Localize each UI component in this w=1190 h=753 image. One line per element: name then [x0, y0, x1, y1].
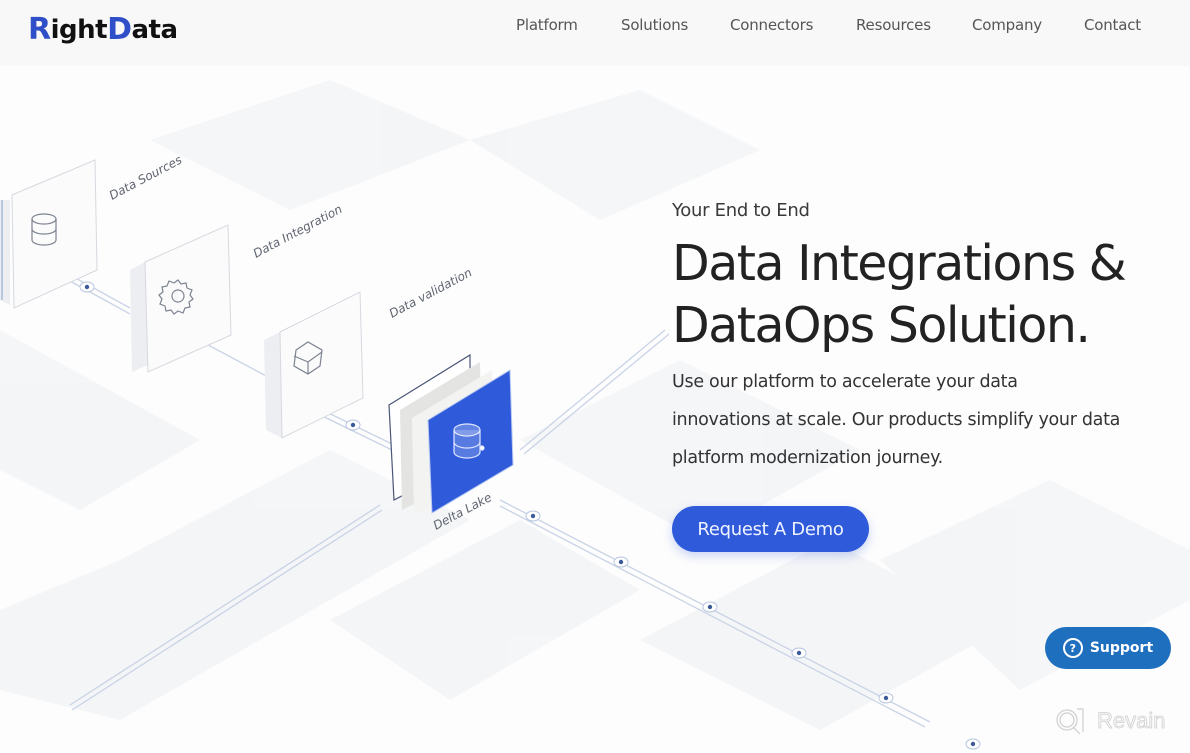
nav-connectors[interactable]: Connectors: [730, 16, 813, 34]
node: [878, 692, 894, 704]
node: [791, 647, 807, 659]
node: [613, 556, 629, 568]
hero-eyebrow: Your End to End: [672, 200, 810, 221]
description-line-2: innovations at scale. Our products simpl…: [672, 410, 1121, 430]
nav-contact[interactable]: Contact: [1084, 16, 1141, 34]
description-line-3: platform modernization journey.: [672, 448, 943, 468]
hero-headline: Data Integrations & DataOps Solution.: [672, 233, 1172, 357]
hero-description: Use our platform to accelerate your data…: [672, 363, 1132, 477]
revain-watermark: Revain: [1055, 706, 1166, 736]
hero-section: Your End to End Data Integrations & Data…: [672, 200, 1172, 477]
database-icon: [453, 423, 485, 459]
help-circle-icon: ?: [1062, 638, 1083, 658]
page: Right Data Platform Solutions Connectors …: [0, 0, 1190, 753]
node: [345, 419, 361, 431]
site-header: Right Data Platform Solutions Connectors …: [0, 0, 1190, 66]
node: [965, 738, 981, 750]
support-button[interactable]: ? Support: [1045, 627, 1171, 669]
support-label: Support: [1089, 640, 1154, 656]
nav-company[interactable]: Company: [972, 16, 1042, 34]
label-data-integration: Data Integration: [251, 202, 345, 261]
description-line-1: Use our platform to accelerate your data: [672, 372, 1018, 392]
nav-resources[interactable]: Resources: [856, 16, 931, 34]
node: [79, 281, 95, 293]
node: [525, 510, 541, 522]
main-nav: Platform Solutions Connectors Resources …: [0, 16, 1190, 36]
revain-label: Revain: [1097, 708, 1166, 734]
label-data-sources: Data Sources: [107, 153, 184, 203]
panel-delta-lake: Delta Lake: [388, 353, 514, 533]
headline-line-2: DataOps Solution.: [672, 297, 1091, 354]
request-demo-button[interactable]: Request A Demo: [672, 506, 869, 552]
headline-line-1: Data Integrations &: [672, 235, 1127, 292]
label-data-validation: Data validation: [387, 265, 474, 320]
nav-solutions[interactable]: Solutions: [621, 16, 688, 34]
nav-platform[interactable]: Platform: [516, 16, 578, 34]
revain-logo-icon: [1056, 708, 1084, 735]
node: [702, 601, 718, 613]
